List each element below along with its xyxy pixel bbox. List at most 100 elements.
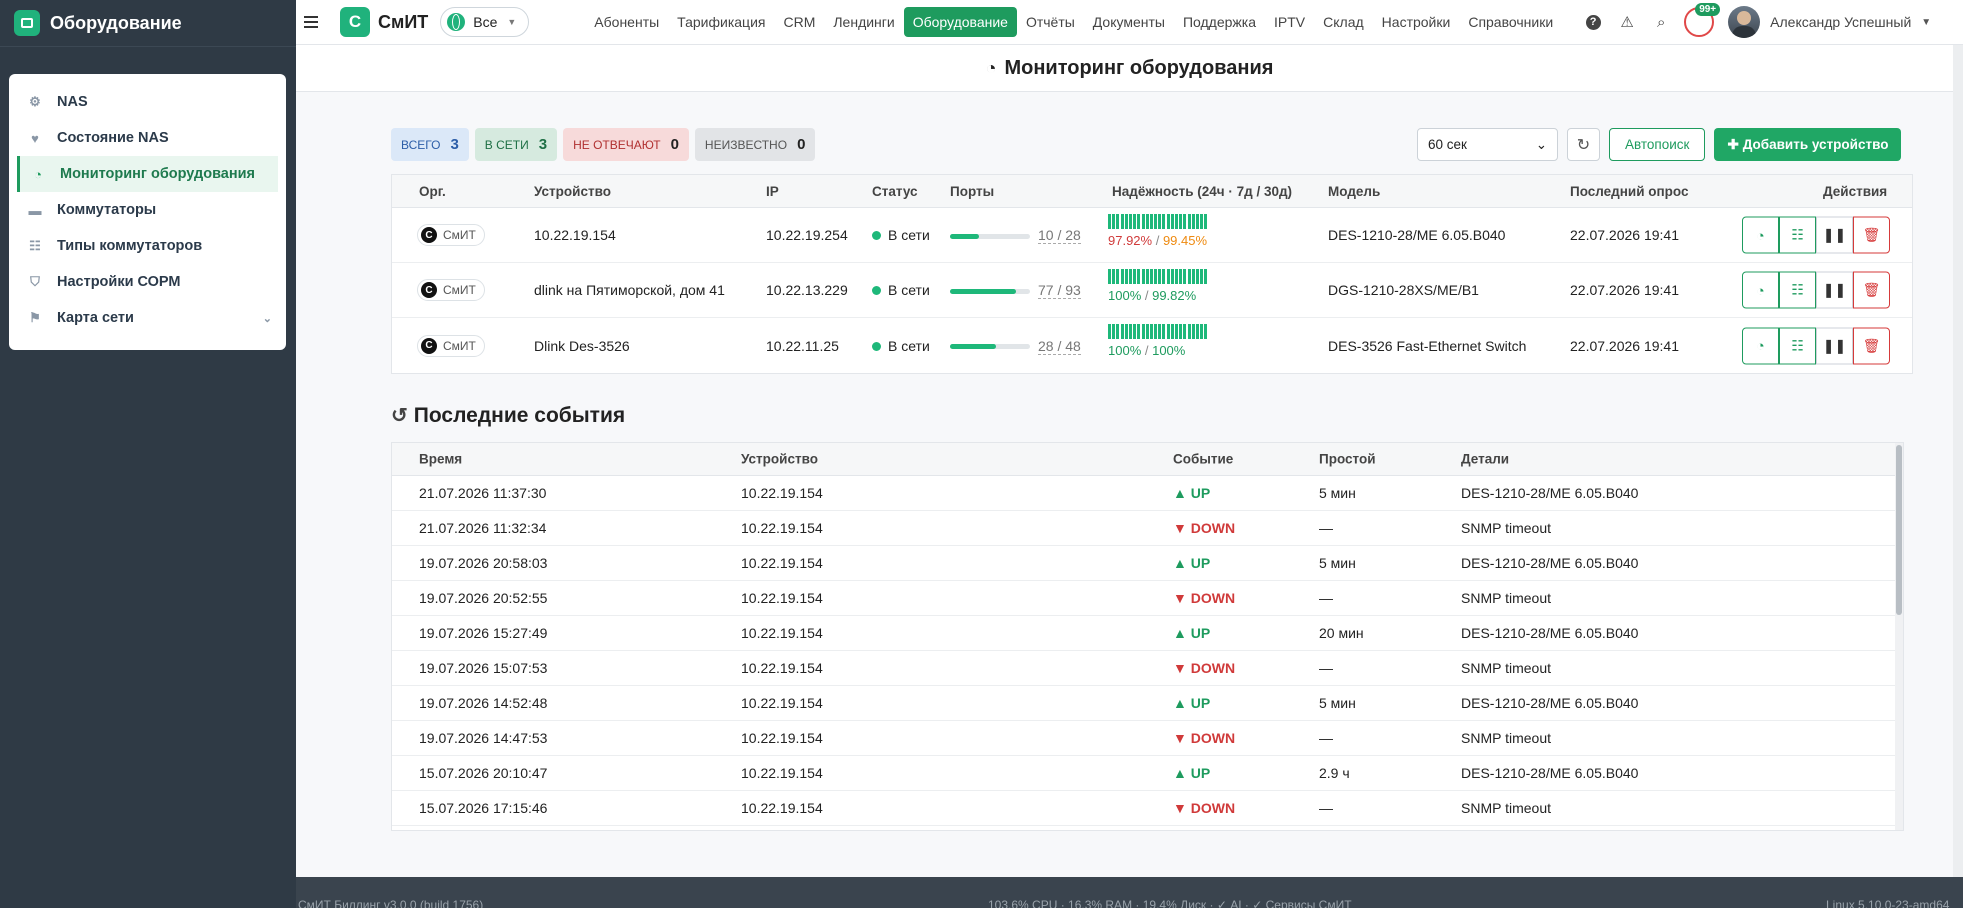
reliability-tick — [1204, 214, 1208, 229]
sidebar-item-sorm[interactable]: ⛉ Настройки СОРМ — [9, 264, 286, 300]
monitor-button[interactable]: ◔ — [1742, 327, 1779, 364]
sidebar-item-nas[interactable]: ⚙ NAS — [9, 84, 286, 120]
device-row[interactable]: С СмИТ 10.22.19.154 10.22.19.254 В сети 10 / … — [392, 208, 1912, 263]
page-scrollbar[interactable] — [1953, 45, 1963, 877]
reliability-tick — [1154, 269, 1158, 284]
reliability-tick — [1166, 269, 1170, 284]
nav-references[interactable]: Справочники — [1459, 7, 1562, 37]
delete-button[interactable]: 🗑 — [1853, 271, 1890, 309]
ports-count[interactable]: 77 / 93 — [1038, 282, 1081, 299]
autosearch-button[interactable]: Автопоиск — [1609, 128, 1706, 161]
arrow-down-icon: ▼ — [1173, 590, 1187, 606]
event-row[interactable]: 15.07.2026 17:15:46 10.22.19.154 ▼ DOWN — SN… — [392, 791, 1903, 826]
device-row[interactable]: С СмИТ Dlink Des-3526 10.22.11.25 В сети 28 /… — [392, 318, 1912, 373]
sidebar: Оборудование ⚙ NAS ♥ Состояние NAS ◔ Монито… — [0, 0, 296, 908]
nav-reports[interactable]: Отчёты — [1017, 7, 1084, 37]
nav-warehouse[interactable]: Склад — [1314, 7, 1373, 37]
reliability-tick — [1191, 214, 1195, 229]
event-type: ▼ DOWN — [1173, 660, 1235, 676]
column-header: Детали — [1461, 451, 1510, 467]
device-row[interactable]: С СмИТ dlink на Пятиморской, дом 41 10.22.1… — [392, 263, 1912, 318]
arrow-down-icon: ▼ — [1173, 660, 1187, 676]
sidebar-item-label: Коммутаторы — [57, 202, 157, 218]
sidebar-item-nas-status[interactable]: ♥ Состояние NAS — [9, 120, 286, 156]
topology-button[interactable]: ☷ — [1779, 327, 1816, 364]
reliability-tick — [1128, 269, 1132, 284]
menu-toggle-icon[interactable] — [304, 13, 318, 31]
nav-support[interactable]: Поддержка — [1174, 7, 1265, 37]
nav-tariffs[interactable]: Тарификация — [668, 7, 774, 37]
ports-count[interactable]: 28 / 48 — [1038, 337, 1081, 355]
event-row[interactable]: 19.07.2026 15:07:53 10.22.19.154 ▼ DOWN — SN… — [392, 651, 1903, 686]
notifications-button[interactable]: 99+ — [1684, 3, 1721, 37]
nav-landings[interactable]: Лендинги — [824, 7, 903, 37]
stat-total[interactable]: ВСЕГО 3 — [391, 128, 469, 161]
topology-button[interactable]: ☷ — [1779, 216, 1816, 254]
reliability-tick — [1112, 269, 1116, 284]
reliability-tick — [1204, 269, 1208, 284]
events-scrollbar[interactable] — [1895, 443, 1903, 830]
sidebar-item-network-map[interactable]: ⚑ Карта сети ⌄ — [9, 300, 286, 336]
event-row[interactable]: 21.07.2026 11:37:30 10.22.19.154 ▲ UP 5 мин… — [392, 476, 1903, 511]
user-name[interactable]: Александр Успешный — [1770, 14, 1911, 30]
help-icon[interactable]: ? — [1582, 11, 1604, 33]
topology-button[interactable]: ☷ — [1779, 271, 1816, 309]
ports-bar — [950, 288, 1030, 294]
brand[interactable]: С СмИТ — [340, 7, 440, 37]
nav-settings[interactable]: Настройки — [1373, 7, 1460, 37]
sidebar-menu: ⚙ NAS ♥ Состояние NAS ◔ Мониторинг оборудов… — [9, 74, 286, 350]
stat-online[interactable]: В СЕТИ 3 — [474, 128, 558, 161]
org-selector[interactable]: Все ▼ — [440, 7, 530, 37]
event-type-text: DOWN — [1190, 590, 1236, 606]
stat-unknown[interactable]: НЕИЗВЕСТНО 0 — [694, 128, 816, 161]
avatar[interactable] — [1728, 6, 1761, 38]
org-badge[interactable]: С СмИТ — [417, 279, 485, 301]
column-header: Модель — [1328, 183, 1381, 199]
delete-button[interactable]: 🗑 — [1853, 327, 1890, 364]
poll-interval-select[interactable]: 60 сек ⌄ — [1417, 128, 1558, 161]
chevron-down-icon[interactable]: ▼ — [1921, 17, 1931, 28]
reliability: 100% / 99.82% — [1108, 269, 1209, 303]
history-icon: ↺ — [391, 405, 408, 427]
search-icon[interactable]: ⌕ — [1650, 11, 1672, 33]
event-row[interactable]: 19.07.2026 20:58:03 10.22.19.154 ▲ UP 5 мин… — [392, 546, 1903, 581]
monitor-button[interactable]: ◔ — [1742, 216, 1779, 254]
network-icon: ⚙ — [29, 94, 41, 109]
sidebar-item-monitoring[interactable]: ◔ Мониторинг оборудования — [17, 156, 278, 192]
stat-not-responding[interactable]: НЕ ОТВЕЧАЮТ 0 — [563, 128, 689, 161]
poll-interval-value: 60 сек — [1428, 137, 1467, 152]
nav-subscribers[interactable]: Абоненты — [585, 7, 668, 37]
event-row[interactable]: 19.07.2026 14:47:53 10.22.19.154 ▼ DOWN — SN… — [392, 721, 1903, 756]
org-badge[interactable]: С СмИТ — [417, 224, 485, 246]
reliability-tick — [1204, 324, 1208, 339]
device-name[interactable]: dlink на Пятиморской, дом 41 — [534, 282, 725, 298]
reliability-tick — [1145, 324, 1149, 339]
top-navbar: С СмИТ Все ▼ Абоненты Тарификация CRM Ле… — [296, 0, 1963, 45]
pause-button[interactable]: ❚❚ — [1816, 216, 1853, 254]
column-header: Последний опрос — [1570, 183, 1689, 199]
warning-icon[interactable]: ⚠ — [1616, 11, 1638, 33]
nav-crm[interactable]: CRM — [774, 7, 824, 37]
event-row[interactable]: 21.07.2026 11:32:34 10.22.19.154 ▼ DOWN — SN… — [392, 511, 1903, 546]
device-name[interactable]: Dlink Des-3526 — [534, 338, 630, 354]
monitor-button[interactable]: ◔ — [1742, 271, 1779, 309]
nav-equipment[interactable]: Оборудование — [903, 7, 1017, 37]
ports-usage: 28 / 48 — [950, 337, 1081, 355]
device-name[interactable]: 10.22.19.154 — [534, 227, 616, 243]
refresh-button[interactable]: ↻ — [1567, 128, 1600, 161]
nav-iptv[interactable]: IPTV — [1265, 7, 1314, 37]
event-row[interactable]: 19.07.2026 15:27:49 10.22.19.154 ▲ UP 20 ми… — [392, 616, 1903, 651]
sidebar-item-switch-types[interactable]: ☷ Типы коммутаторов — [9, 228, 286, 264]
sidebar-item-switches[interactable]: ▬ Коммутаторы — [9, 192, 286, 228]
pause-button[interactable]: ❚❚ — [1816, 271, 1853, 309]
add-device-button[interactable]: ✚ Добавить устройство — [1714, 128, 1902, 161]
event-row[interactable]: 19.07.2026 14:52:48 10.22.19.154 ▲ UP 5 мин… — [392, 686, 1903, 721]
event-row[interactable]: 15.07.2026 20:10:47 10.22.19.154 ▲ UP 2.9 ч… — [392, 756, 1903, 791]
org-badge[interactable]: С СмИТ — [417, 334, 485, 357]
delete-button[interactable]: 🗑 — [1853, 216, 1890, 254]
event-type-text: UP — [1190, 625, 1211, 641]
pause-button[interactable]: ❚❚ — [1816, 327, 1853, 364]
event-row[interactable]: 19.07.2026 20:52:55 10.22.19.154 ▼ DOWN — SN… — [392, 581, 1903, 616]
ports-count[interactable]: 10 / 28 — [1038, 227, 1081, 244]
nav-documents[interactable]: Документы — [1084, 7, 1174, 37]
